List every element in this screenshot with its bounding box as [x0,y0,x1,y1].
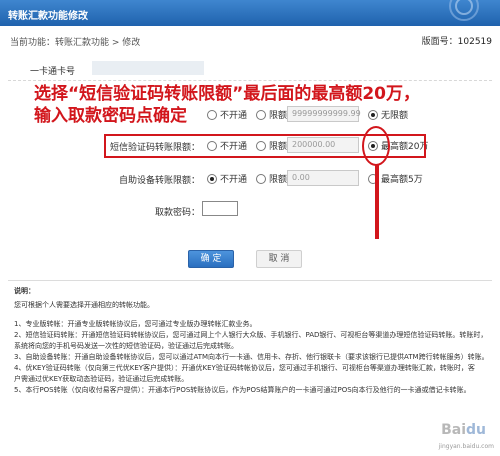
amount-field[interactable]: 99999999999.99 [287,106,361,122]
radio-button[interactable] [207,109,217,120]
breadcrumb-bar: 当前功能：转账汇款功能 > 修改 版面号：102519 [0,30,500,50]
notes-heading: 说明： [14,287,35,295]
highlight-circle [362,126,390,166]
decorative-swirl-icon [449,0,479,21]
version-number: 102519 [457,37,492,47]
card-number-masked [92,61,204,75]
amount-field[interactable]: 0.00 [287,170,359,186]
radio-not-open[interactable]: 不开通 [207,108,247,121]
note-item: 户需通过优KEY获取动态验证码，验证通过后完成转账。 [14,375,189,383]
note-item: 系统将向您的手机号码发送一次性的短信验证码，验证通过后完成转账。 [14,342,238,350]
divider [8,80,492,81]
breadcrumb: 当前功能：转账汇款功能 > 修改 [10,38,141,48]
radio-limit[interactable]: 限额 [256,108,287,121]
notes-intro: 您可根据个人需要选择开通相应的转帐功能。 [14,301,154,309]
limit-row-atm: 自助设备转账限额： 不开通 限额 0.00 最高额5万 [0,170,500,188]
row-label: 自助设备转账限额： [118,176,200,186]
password-label: 取款密码： [154,208,200,218]
watermark-text: jingyan.baidu.com [438,443,494,450]
radio-button[interactable] [256,173,266,184]
annotation-line-2: 输入取款密码点确定 [34,106,187,126]
radio-label: 限额 [269,111,288,121]
radio-button[interactable] [368,109,378,120]
page-version: 版面号：102519 [422,34,492,47]
baidu-watermark: Baidu jingyan.baidu.com [404,422,496,452]
radio-limit[interactable]: 限额 [256,172,287,185]
radio-button[interactable] [256,109,266,120]
note-item: 2、短信验证码转账：开通短信验证码转帐协议后，您可通过网上个人银行大众版、手机银… [14,331,488,339]
note-item: 4、优KEY验证码转账（仅向第三代优KEY客户提供）：开通优KEY验证码转帐协议… [14,364,475,372]
radio-not-open[interactable]: 不开通 [207,172,247,185]
radio-label: 不开通 [220,111,248,121]
radio-button[interactable] [207,173,217,184]
note-item: 5、本行POS转账（仅向收付易客户提供）：开通本行POS转账协议后，作为POS结… [14,386,471,394]
highlight-pointer-line [375,164,379,239]
cancel-button[interactable]: 取 消 [256,250,302,268]
card-number-label: 一卡通卡号 [30,67,76,77]
password-row: 取款密码： [0,202,500,220]
window-titlebar: 转账汇款功能修改 [0,0,500,26]
annotation-line-1: 选择“短信验证码转账限额”最后面的最高额20万， [34,84,421,104]
radio-label: 最高额5万 [381,175,423,185]
notes-section: 说明： 您可根据个人需要选择开通相应的转帐功能。 1、专业版转帐：开通专业版转帐… [14,286,492,396]
radio-unlimited[interactable]: 无限额 [368,108,408,121]
radio-label: 无限额 [381,111,409,121]
divider [8,280,492,281]
password-input[interactable] [202,201,238,216]
radio-label: 限额 [269,175,288,185]
note-item: 1、专业版转帐：开通专业版转帐协议后，您可通过专业版办理转帐汇款业务。 [14,320,257,328]
radio-label: 不开通 [220,175,248,185]
version-label: 版面号： [421,37,458,47]
window-title: 转账汇款功能修改 [8,11,88,22]
note-item: 3、自助设备转账：开通自助设备转帐协议后，您可以通过ATM向本行一卡通、信用卡、… [14,353,489,361]
confirm-button[interactable]: 确 定 [188,250,234,268]
baidu-logo-icon: Baidu [441,422,486,438]
